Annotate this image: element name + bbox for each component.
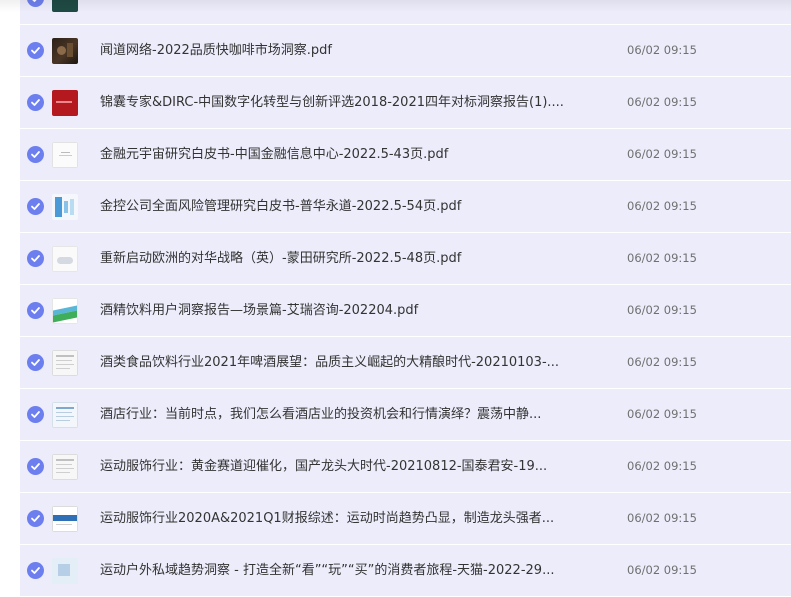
file-list: 闻道网络-2022品质快咖啡市场洞察.pdf 06/02 09:15 锦囊专家&DI… [20, 0, 791, 597]
file-thumbnail [52, 454, 78, 480]
file-row[interactable]: 重新启动欧洲的对华战略（英）-蒙田研究所-2022.5-48页.pdf 06/02… [20, 233, 791, 285]
file-name[interactable]: 运动服饰行业：黄金赛道迎催化，国产龙头大时代-20210812-国泰君安-19.… [100, 441, 600, 492]
file-name[interactable]: 金控公司全面风险管理研究白皮书-普华永道-2022.5-54页.pdf [100, 181, 600, 232]
file-row[interactable]: 锦囊专家&DIRC-中国数字化转型与创新评选2018-2021四年对标洞察报告(… [20, 77, 791, 129]
file-name[interactable]: 酒类食品饮料行业2021年啤酒展望：品质主义崛起的大精酿时代-20210103-… [100, 337, 600, 388]
file-row[interactable] [20, 0, 791, 25]
file-row[interactable]: 闻道网络-2022品质快咖啡市场洞察.pdf 06/02 09:15 [20, 25, 791, 77]
file-modified-time: 06/02 09:15 [627, 355, 697, 369]
file-name[interactable]: 闻道网络-2022品质快咖啡市场洞察.pdf [100, 25, 600, 76]
check-circle-icon[interactable] [27, 458, 44, 475]
check-circle-icon[interactable] [27, 250, 44, 267]
file-thumbnail [52, 350, 78, 376]
file-row[interactable]: 运动服饰行业2020A&2021Q1财报综述：运动时尚趋势凸显，制造龙头强者..… [20, 493, 791, 545]
check-circle-icon[interactable] [27, 562, 44, 579]
file-name[interactable]: 酒店行业：当前时点，我们怎么看酒店业的投资机会和行情演绎？震荡中静... [100, 389, 600, 440]
file-thumbnail [52, 402, 78, 428]
file-thumbnail [52, 0, 78, 12]
file-thumbnail [52, 90, 78, 116]
file-modified-time: 06/02 09:15 [627, 459, 697, 473]
file-row[interactable]: 酒精饮料用户洞察报告—场景篇-艾瑞咨询-202204.pdf 06/02 09:1… [20, 285, 791, 337]
file-name[interactable]: 锦囊专家&DIRC-中国数字化转型与创新评选2018-2021四年对标洞察报告(… [100, 77, 600, 128]
file-modified-time: 06/02 09:15 [627, 407, 697, 421]
check-circle-icon[interactable] [27, 0, 44, 7]
file-name[interactable]: 金融元宇宙研究白皮书-中国金融信息中心-2022.5-43页.pdf [100, 129, 600, 180]
file-name[interactable] [100, 0, 600, 24]
check-circle-icon[interactable] [27, 406, 44, 423]
file-modified-time: 06/02 09:15 [627, 147, 697, 161]
file-row[interactable]: 酒类食品饮料行业2021年啤酒展望：品质主义崛起的大精酿时代-20210103-… [20, 337, 791, 389]
file-name[interactable]: 重新启动欧洲的对华战略（英）-蒙田研究所-2022.5-48页.pdf [100, 233, 600, 284]
file-row[interactable]: 酒店行业：当前时点，我们怎么看酒店业的投资机会和行情演绎？震荡中静... 06/0… [20, 389, 791, 441]
file-thumbnail [52, 246, 78, 272]
check-circle-icon[interactable] [27, 42, 44, 59]
file-modified-time: 06/02 09:15 [627, 251, 697, 265]
file-name[interactable]: 运动户外私域趋势洞察 - 打造全新“看”“玩”“买”的消费者旅程-天猫-2022… [100, 545, 600, 596]
file-thumbnail [52, 506, 78, 532]
file-thumbnail [52, 558, 78, 584]
file-row[interactable]: 运动服饰行业：黄金赛道迎催化，国产龙头大时代-20210812-国泰君安-19.… [20, 441, 791, 493]
check-circle-icon[interactable] [27, 354, 44, 371]
file-thumbnail [52, 38, 78, 64]
check-circle-icon[interactable] [27, 146, 44, 163]
check-circle-icon[interactable] [27, 302, 44, 319]
file-modified-time: 06/02 09:15 [627, 95, 697, 109]
file-row[interactable]: 金控公司全面风险管理研究白皮书-普华永道-2022.5-54页.pdf 06/02… [20, 181, 791, 233]
file-thumbnail [52, 194, 78, 220]
check-circle-icon[interactable] [27, 94, 44, 111]
file-name[interactable]: 酒精饮料用户洞察报告—场景篇-艾瑞咨询-202204.pdf [100, 285, 600, 336]
file-name[interactable]: 运动服饰行业2020A&2021Q1财报综述：运动时尚趋势凸显，制造龙头强者..… [100, 493, 600, 544]
check-circle-icon[interactable] [27, 510, 44, 527]
file-modified-time: 06/02 09:15 [627, 511, 697, 525]
file-modified-time: 06/02 09:15 [627, 199, 697, 213]
file-modified-time: 06/02 09:15 [627, 563, 697, 577]
check-circle-icon[interactable] [27, 198, 44, 215]
file-thumbnail [52, 142, 78, 168]
file-thumbnail [52, 298, 78, 324]
file-modified-time: 06/02 09:15 [627, 303, 697, 317]
file-row[interactable]: 金融元宇宙研究白皮书-中国金融信息中心-2022.5-43页.pdf 06/02 … [20, 129, 791, 181]
file-row[interactable]: 运动户外私域趋势洞察 - 打造全新“看”“玩”“买”的消费者旅程-天猫-2022… [20, 545, 791, 597]
file-modified-time: 06/02 09:15 [627, 43, 697, 57]
